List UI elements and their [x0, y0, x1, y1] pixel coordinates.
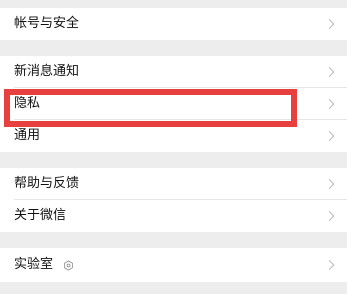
- chevron-right-icon: [324, 19, 335, 29]
- settings-group-help: 帮助与反馈 关于微信: [0, 168, 347, 232]
- settings-item-privacy[interactable]: 隐私: [0, 88, 347, 120]
- chevron-right-icon: [324, 260, 335, 270]
- settings-item-notifications[interactable]: 新消息通知: [0, 56, 347, 88]
- settings-item-label: 隐私: [14, 96, 41, 111]
- chevron-right-icon: [324, 67, 335, 77]
- settings-item-help-feedback[interactable]: 帮助与反馈: [0, 168, 347, 200]
- chevron-right-icon: [324, 99, 335, 109]
- settings-item-lab[interactable]: 实验室: [0, 248, 347, 282]
- settings-item-label: 通用: [14, 128, 41, 143]
- settings-item-label: 帮助与反馈: [14, 176, 80, 191]
- chevron-right-icon: [324, 131, 335, 141]
- settings-group-lab: 实验室: [0, 248, 347, 282]
- settings-group-account: 帐号与安全: [0, 8, 347, 40]
- settings-item-label: 实验室: [14, 257, 54, 272]
- settings-item-general[interactable]: 通用: [0, 120, 347, 152]
- settings-item-label: 关于微信: [14, 208, 67, 223]
- settings-item-account-security[interactable]: 帐号与安全: [0, 8, 347, 40]
- settings-group-general: 新消息通知 隐私 通用: [0, 56, 347, 152]
- chevron-right-icon: [324, 179, 335, 189]
- lab-badge-icon: [64, 259, 73, 271]
- settings-item-about[interactable]: 关于微信: [0, 200, 347, 232]
- settings-item-label: 新消息通知: [14, 64, 80, 79]
- chevron-right-icon: [324, 211, 335, 221]
- settings-item-label: 帐号与安全: [14, 16, 80, 31]
